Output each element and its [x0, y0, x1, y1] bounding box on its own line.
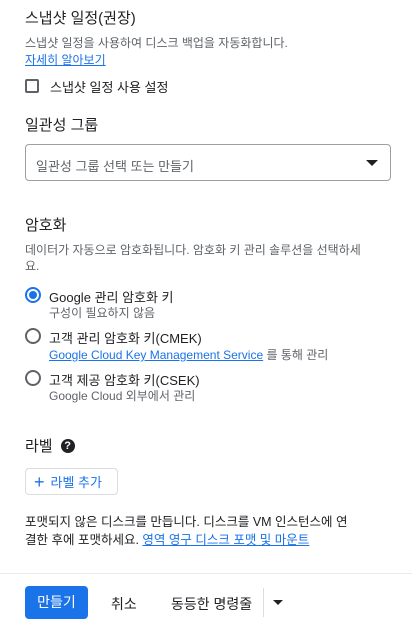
footer-divider — [0, 573, 412, 574]
cancel-button[interactable]: 취소 — [111, 594, 137, 614]
radio-google-managed-key[interactable] — [25, 287, 41, 303]
note-line1: 포맷되지 않은 디스크를 만듭니다. 디스크를 VM 인스턴스에 연 — [25, 515, 348, 529]
snapshot-schedule-title: 스냅샷 일정(권장) — [25, 10, 136, 27]
encryption-title: 암호화 — [25, 217, 67, 234]
snapshot-schedule-checkbox-row[interactable]: 스냅샷 일정 사용 설정 — [25, 77, 168, 95]
plus-icon: + — [34, 471, 45, 492]
radio-customer-supplied-key[interactable] — [25, 370, 41, 386]
option-customer-managed-key-sub: Google Cloud Key Management Service 를 통해… — [49, 346, 328, 363]
snapshot-schedule-description: 스냅샷 일정을 사용하여 디스크 백업을 자동화합니다. — [25, 36, 288, 50]
encryption-description-line2: 요. — [25, 259, 40, 273]
option-customer-supplied-key-label[interactable]: 고객 제공 암호화 키(CSEK) — [49, 370, 200, 389]
option-customer-managed-key-label[interactable]: 고객 관리 암호화 키(CMEK) — [49, 328, 202, 347]
option-customer-supplied-key-sub: Google Cloud 외부에서 관리 — [49, 389, 196, 403]
kms-link[interactable]: Google Cloud Key Management Service — [49, 348, 263, 362]
add-label-button[interactable]: + 라벨 추가 — [25, 468, 118, 495]
consistency-group-select[interactable]: 일관성 그룹 선택 또는 만들기 — [25, 144, 391, 181]
labels-title: 라벨 — [25, 438, 53, 455]
consistency-group-select-value: 일관성 그룹 선택 또는 만들기 — [36, 159, 194, 174]
encryption-description-line1: 데이터가 자동으로 암호화됩니다. 암호화 키 관리 솔루션을 선택하세 — [25, 243, 361, 257]
consistency-group-title: 일관성 그룹 — [25, 117, 99, 134]
unformatted-disk-note: 포맷되지 않은 디스크를 만듭니다. 디스크를 VM 인스턴스에 연 결한 후에… — [25, 513, 348, 549]
learn-more-link[interactable]: 자세히 알아보기 — [25, 51, 106, 68]
help-icon[interactable]: ? — [60, 438, 75, 453]
note-line2: 결한 후에 포맷하세요. 영역 영구 디스크 포맷 및 마운트 — [25, 531, 348, 549]
create-button[interactable]: 만들기 — [25, 586, 88, 619]
equivalent-command-line-button[interactable]: 동등한 명령줄 — [171, 594, 252, 614]
snapshot-schedule-checkbox-label: 스냅샷 일정 사용 설정 — [50, 79, 169, 95]
split-divider — [263, 588, 264, 617]
more-options-arrow-icon[interactable] — [273, 600, 283, 605]
dropdown-arrow-icon — [366, 160, 378, 166]
snapshot-schedule-checkbox[interactable] — [25, 79, 39, 93]
format-mount-link[interactable]: 영역 영구 디스크 포맷 및 마운트 — [142, 533, 309, 547]
option-google-managed-key-sub: 구성이 필요하지 않음 — [49, 306, 156, 320]
option-google-managed-key-label[interactable]: Google 관리 암호화 키 — [49, 287, 174, 306]
kms-suffix: 를 통해 관리 — [263, 348, 329, 362]
note-line2-text: 결한 후에 포맷하세요. — [25, 533, 143, 547]
labels-header: 라벨 ? — [25, 435, 75, 456]
add-label-text: 라벨 추가 — [50, 475, 102, 490]
radio-customer-managed-key[interactable] — [25, 328, 41, 344]
